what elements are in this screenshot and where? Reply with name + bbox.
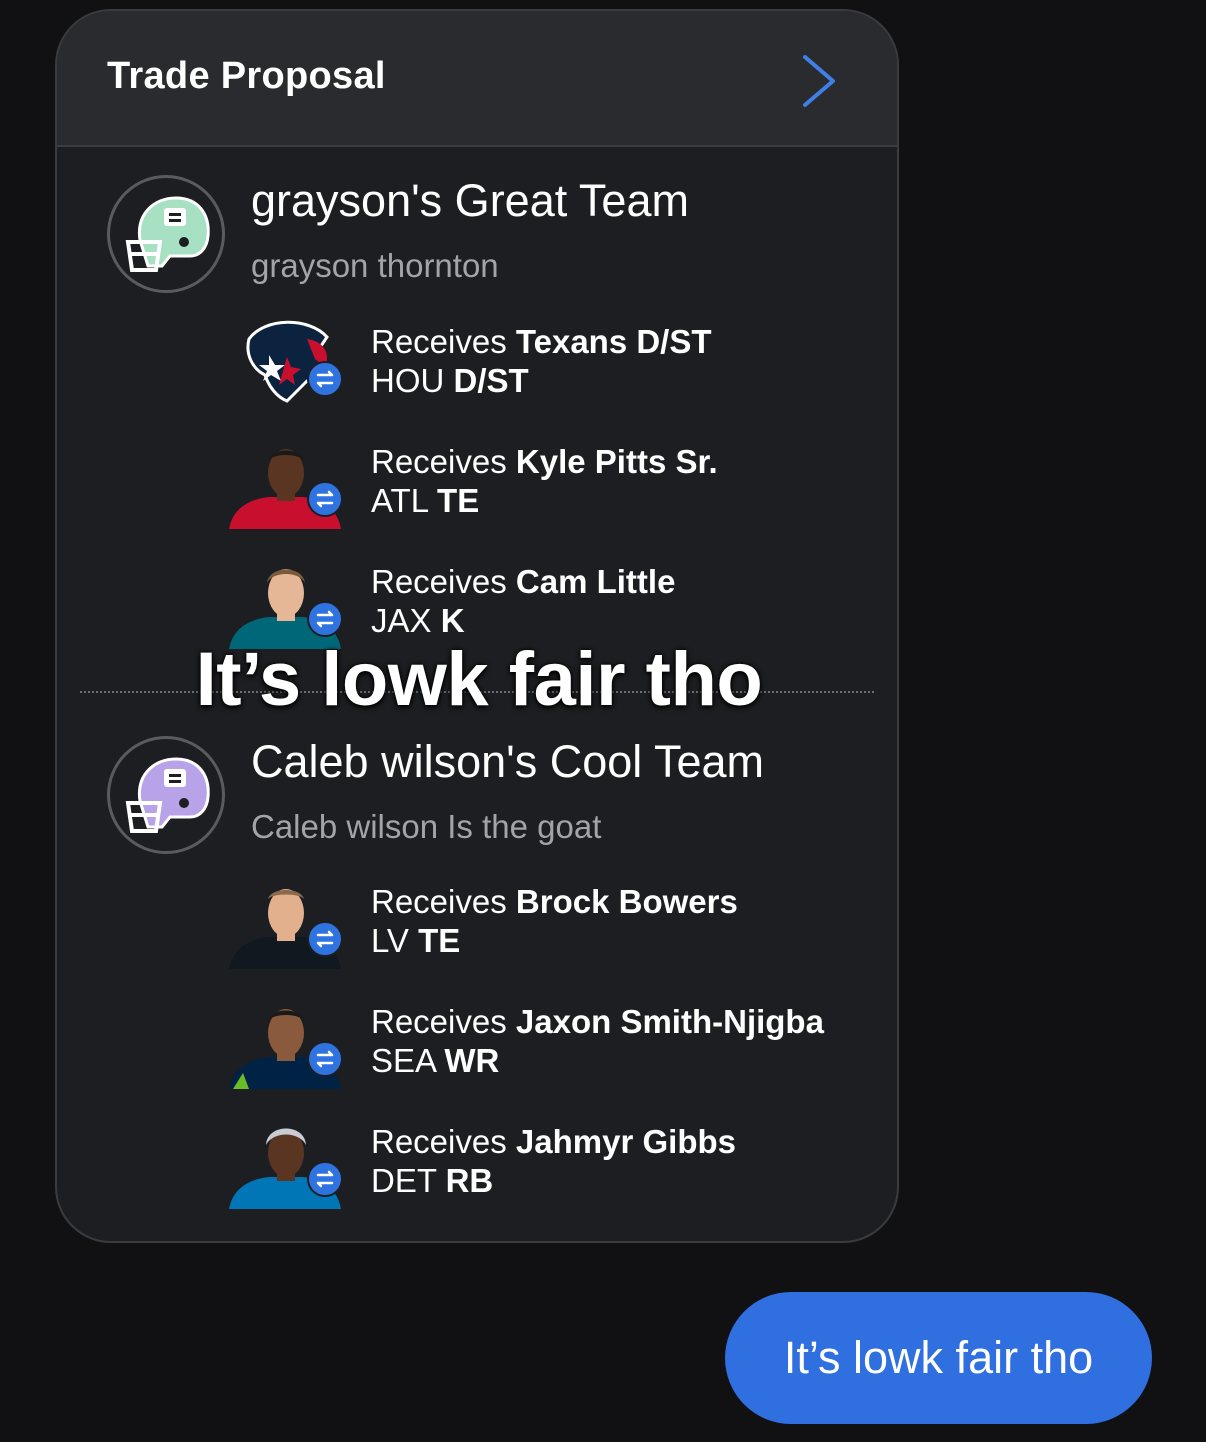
player-receives-line: Receives Cam Little (371, 563, 676, 600)
trade-player-row[interactable]: Receives Kyle Pitts Sr. ATL TE (57, 437, 897, 529)
trade-player-row[interactable]: Receives Jahmyr Gibbs DET RB (57, 1117, 897, 1209)
player-team-position: ATL TE (371, 482, 480, 519)
player-receives-line: Receives Jahmyr Gibbs (371, 1123, 736, 1160)
player-team-position: DET RB (371, 1162, 494, 1199)
player-team-position: HOU D/ST (371, 362, 529, 399)
swap-arrows-icon (307, 1161, 343, 1197)
team-logo (107, 736, 225, 854)
swap-arrows-icon (307, 601, 343, 637)
team-logo (107, 175, 225, 293)
team-name: Caleb wilson's Cool Team (251, 736, 764, 787)
swap-arrows-icon (307, 921, 343, 957)
trade-player-row[interactable]: Receives Brock Bowers LV TE (57, 877, 897, 969)
message-text: It’s lowk fair tho (783, 1332, 1094, 1383)
player-receives-line: Receives Jaxon Smith-Njigba (371, 1003, 824, 1040)
chevron-right-icon[interactable] (799, 53, 839, 109)
player-receives-line: Receives Texans D/ST (371, 323, 712, 360)
trade-player-row[interactable]: Receives Texans D/ST HOU D/ST (57, 317, 897, 409)
team-owner: Caleb wilson Is the goat (251, 808, 602, 845)
player-receives-line: Receives Brock Bowers (371, 883, 738, 920)
football-helmet-icon (125, 196, 210, 272)
player-team-position: JAX K (371, 602, 465, 639)
player-team-position: LV TE (371, 922, 461, 959)
football-helmet-icon (125, 757, 210, 833)
player-name: Brock Bowers (515, 883, 738, 920)
player-team-position: SEA WR (371, 1042, 500, 1079)
team-owner: grayson thornton (251, 247, 499, 284)
player-name: Kyle Pitts Sr. (515, 443, 718, 480)
player-receives-line: Receives Kyle Pitts Sr. (371, 443, 718, 480)
trade-player-row[interactable]: Receives Jaxon Smith-Njigba SEA WR (57, 997, 897, 1089)
player-name: Jahmyr Gibbs (515, 1123, 736, 1160)
player-name: Texans D/ST (515, 323, 712, 360)
trade-proposal-title: Trade Proposal (107, 55, 386, 97)
swap-arrows-icon (307, 1041, 343, 1077)
player-name: Cam Little (515, 563, 676, 600)
player-name: Jaxon Smith-Njigba (515, 1003, 824, 1040)
swap-arrows-icon (307, 361, 343, 397)
swap-arrows-icon (307, 481, 343, 517)
message-bubble[interactable]: It’s lowk fair tho (725, 1292, 1152, 1424)
team-name: grayson's Great Team (251, 175, 689, 226)
overlay-caption: It’s lowk fair tho (195, 637, 763, 722)
trade-proposal-header[interactable]: Trade Proposal (57, 11, 897, 147)
trade-proposal-card[interactable]: Trade Proposal grayson's Great Team gray… (55, 9, 899, 1243)
